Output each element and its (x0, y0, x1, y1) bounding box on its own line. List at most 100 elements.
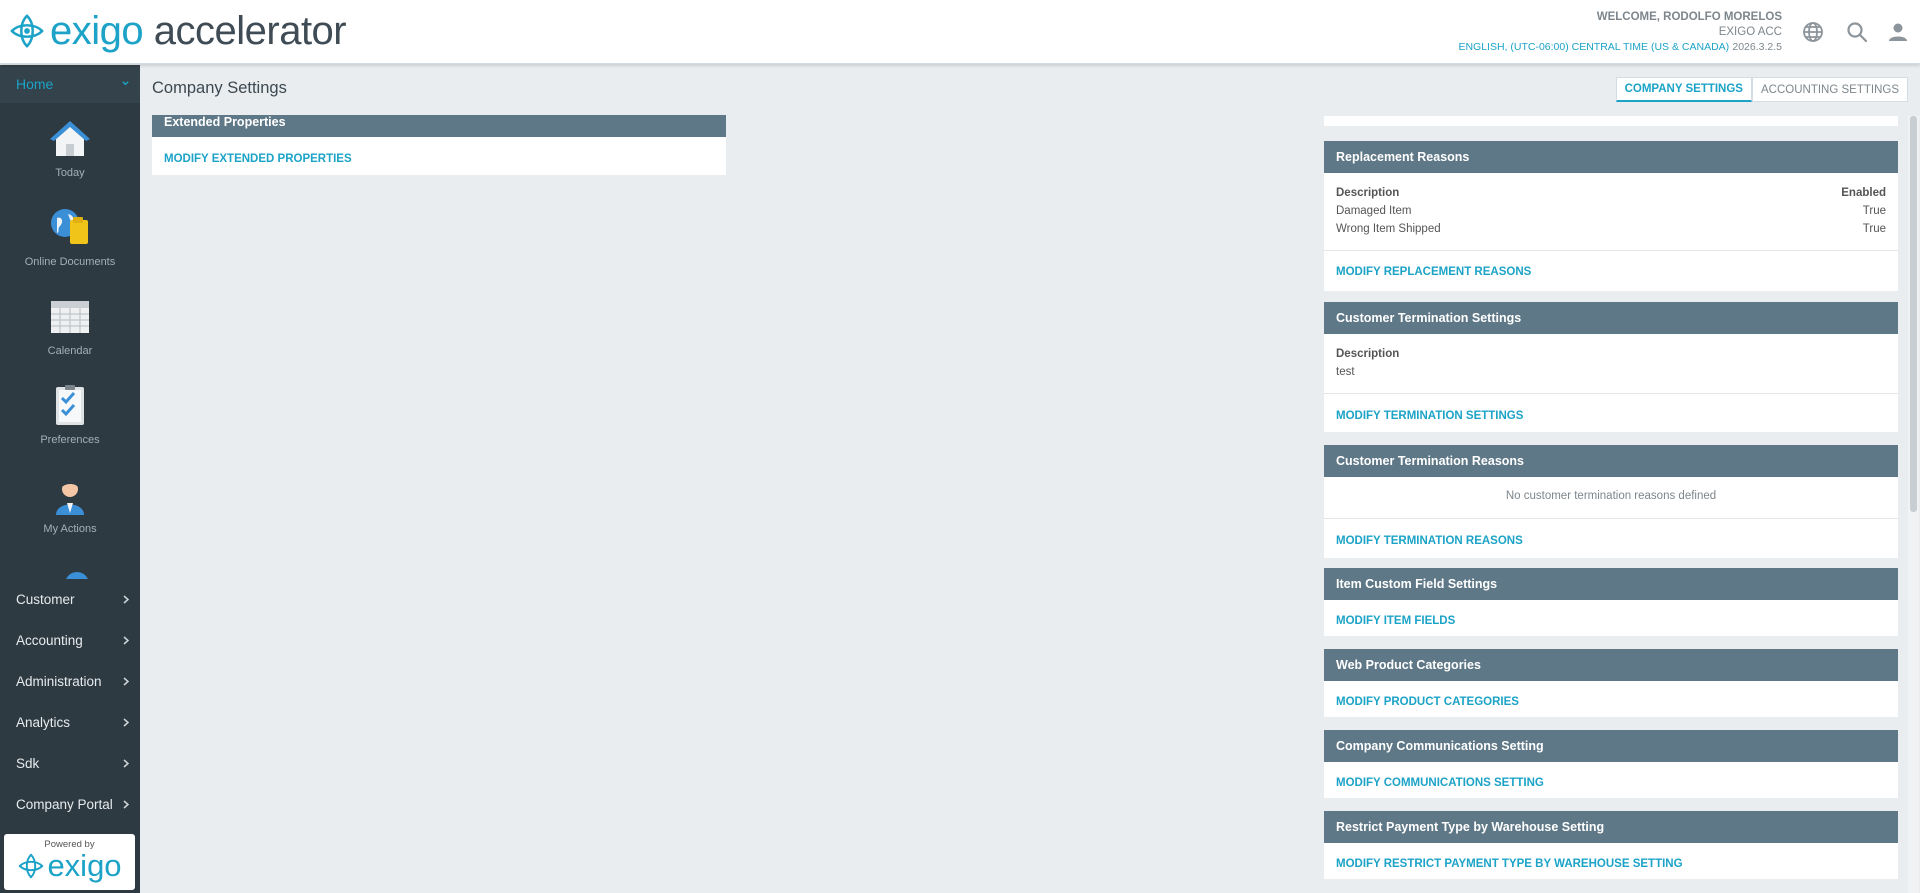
panel-extended-properties: Extended Properties MODIFY EXTENDED PROP… (152, 115, 726, 175)
app-tiles: Today Online Documents Calendar Preferen… (0, 103, 140, 579)
empty-state-text: No customer termination reasons defined (1505, 490, 1717, 502)
powered-logo-text: exigo (47, 848, 122, 883)
scrollbar-thumb[interactable] (1910, 116, 1917, 512)
globe-icon[interactable] (1801, 20, 1825, 44)
chevron-right-icon (123, 800, 130, 809)
panel-header: Item Custom Field Settings (1324, 568, 1898, 600)
tile-label: Calendar (47, 345, 93, 357)
panel-header: Customer Termination Reasons (1324, 445, 1898, 477)
column-description: Description (1336, 187, 1400, 199)
tab-company-settings[interactable]: COMPANY SETTINGS (1615, 77, 1752, 102)
panel-cutoff-top (1324, 116, 1898, 126)
panel-header: Restrict Payment Type by Warehouse Setti… (1324, 811, 1898, 843)
panel-restrict-payment-type: Restrict Payment Type by Warehouse Setti… (1324, 811, 1898, 879)
chevron-down-icon (122, 81, 129, 86)
version-text: 2026.3.2.5 (1732, 41, 1782, 53)
locale-link[interactable]: ENGLISH, (UTC-06:00) CENTRAL TIME (US & … (1458, 41, 1729, 53)
sidebar: Home Today Online Documents Calendar Pre… (0, 65, 140, 893)
menu-label: Customer (16, 592, 75, 607)
checklist-icon (56, 385, 84, 425)
sidebar-menu-accounting[interactable]: Accounting (0, 620, 140, 661)
settings-tabs: COMPANY SETTINGS ACCOUNTING SETTINGS (1615, 77, 1908, 102)
sidebar-home[interactable]: Home (0, 65, 140, 103)
house-icon (50, 121, 90, 156)
chevron-right-icon (123, 595, 130, 604)
calendar-icon (51, 301, 89, 333)
powered-by-badge: Powered by exigo (4, 834, 135, 890)
tile-label: Preferences (40, 434, 100, 446)
table-row: test (1324, 363, 1898, 381)
table-row: Wrong Item Shipped True (1324, 220, 1898, 238)
modify-restrict-payment-type-link[interactable]: MODIFY RESTRICT PAYMENT TYPE BY WAREHOUS… (1336, 858, 1683, 870)
page-title: Company Settings (152, 79, 287, 97)
tile-label: Online Documents (24, 256, 116, 268)
row-description: Wrong Item Shipped (1336, 223, 1441, 235)
menu-label: Accounting (16, 633, 83, 648)
logo-word-accelerator: accelerator (153, 9, 347, 53)
panel-header: Extended Properties (152, 115, 726, 137)
sidebar-menu-sdk[interactable]: Sdk (0, 743, 140, 784)
modify-product-categories-link[interactable]: MODIFY PRODUCT CATEGORIES (1336, 696, 1519, 708)
row-description: test (1336, 366, 1355, 378)
table-row: Damaged Item True (1324, 202, 1898, 220)
tile-label: Today (55, 167, 85, 179)
modify-communications-setting-link[interactable]: MODIFY COMMUNICATIONS SETTING (1336, 777, 1544, 789)
chevron-right-icon (123, 718, 130, 727)
tile-preferences[interactable]: Preferences (0, 370, 140, 459)
chevron-right-icon (123, 677, 130, 686)
tile-partial (0, 548, 140, 579)
panel-header: Web Product Categories (1324, 649, 1898, 681)
panel-web-product-categories: Web Product Categories MODIFY PRODUCT CA… (1324, 649, 1898, 717)
panel-replacement-reasons: Replacement Reasons Description Enabled … (1324, 141, 1898, 291)
table-header: Description Enabled (1324, 184, 1898, 202)
modify-termination-settings-link[interactable]: MODIFY TERMINATION SETTINGS (1336, 410, 1523, 422)
modify-termination-reasons-link[interactable]: MODIFY TERMINATION REASONS (1336, 535, 1523, 547)
logo-mark-icon (10, 14, 44, 48)
tile-label: My Actions (43, 523, 97, 535)
column-enabled: Enabled (1841, 187, 1886, 199)
panel-company-communications-setting: Company Communications Setting MODIFY CO… (1324, 730, 1898, 798)
menu-label: Administration (16, 674, 102, 689)
table-header: Description (1324, 345, 1898, 363)
main-scrollbar[interactable] (1908, 116, 1919, 893)
tile-today[interactable]: Today (0, 103, 140, 192)
user-info: WELCOME, RODOLFO MORELOS EXIGO ACC ENGLI… (1458, 10, 1782, 55)
panel-item-custom-field-settings: Item Custom Field Settings MODIFY ITEM F… (1324, 568, 1898, 636)
company-name: EXIGO ACC (1718, 26, 1782, 38)
sidebar-menu-company-portal[interactable]: Company Portal (0, 784, 140, 825)
globe-folder-icon (51, 209, 88, 244)
panel-header: Replacement Reasons (1324, 141, 1898, 173)
modify-item-fields-link[interactable]: MODIFY ITEM FIELDS (1336, 615, 1455, 627)
logo-text: exigo accelerator (50, 9, 347, 53)
sidebar-menu-customer[interactable]: Customer (0, 579, 140, 620)
tab-accounting-settings[interactable]: ACCOUNTING SETTINGS (1751, 77, 1908, 102)
tile-online-documents[interactable]: Online Documents (0, 192, 140, 281)
tile-my-actions[interactable]: My Actions (0, 459, 140, 548)
logo-mark-icon (19, 853, 44, 879)
welcome-text: WELCOME, RODOLFO MORELOS (1596, 11, 1782, 23)
modify-replacement-reasons-link[interactable]: MODIFY REPLACEMENT REASONS (1336, 266, 1531, 278)
panel-header: Customer Termination Settings (1324, 302, 1898, 334)
sidebar-home-label: Home (16, 76, 54, 92)
sidebar-menu-analytics[interactable]: Analytics (0, 702, 140, 743)
chevron-right-icon (123, 759, 130, 768)
menu-label: Sdk (16, 756, 40, 771)
panel-customer-termination-reasons: Customer Termination Reasons No customer… (1324, 445, 1898, 558)
menu-label: Analytics (16, 715, 71, 730)
column-description: Description (1336, 348, 1400, 360)
row-description: Damaged Item (1336, 205, 1412, 217)
top-header: exigo accelerator WELCOME, RODOLFO MOREL… (0, 0, 1920, 64)
person-icon (56, 481, 84, 515)
panel-customer-termination-settings: Customer Termination Settings Descriptio… (1324, 302, 1898, 432)
panel-header: Company Communications Setting (1324, 730, 1898, 762)
app-logo[interactable]: exigo accelerator (8, 9, 347, 53)
chevron-right-icon (123, 636, 130, 645)
row-enabled: True (1862, 205, 1886, 217)
user-icon[interactable] (1886, 20, 1910, 44)
sidebar-menu-administration[interactable]: Administration (0, 661, 140, 702)
tile-calendar[interactable]: Calendar (0, 281, 140, 370)
modify-extended-properties-link[interactable]: MODIFY EXTENDED PROPERTIES (164, 153, 352, 165)
logo-word-exigo: exigo (50, 9, 144, 53)
search-icon[interactable] (1845, 20, 1869, 44)
row-enabled: True (1862, 223, 1886, 235)
